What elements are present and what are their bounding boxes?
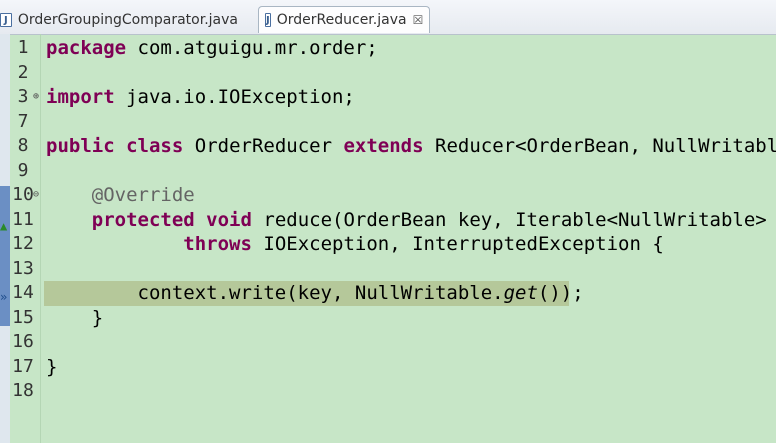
code-line[interactable]: 10 ⊖ @Override xyxy=(0,183,776,208)
code-token: { xyxy=(652,233,664,255)
java-file-icon: J xyxy=(265,13,271,27)
code-token: com.atguigu.mr.order; xyxy=(137,37,378,59)
code-token: get xyxy=(503,282,538,304)
code-token: context.write(key, xyxy=(137,282,344,304)
line-number: 11 xyxy=(12,208,34,230)
editor-tab-bar: J OrderGroupingComparator.java J OrderRe… xyxy=(0,0,776,35)
code-token: key, xyxy=(457,208,504,231)
code-text: } xyxy=(46,355,57,380)
line-number: 16 xyxy=(12,331,34,352)
code-line[interactable]: 16 xyxy=(0,330,776,355)
annotation-token: @Override xyxy=(91,184,195,206)
keyword-token: throws xyxy=(183,233,252,255)
code-token: NullWritable. xyxy=(354,282,504,304)
code-line[interactable]: 17} xyxy=(0,355,776,380)
line-number: 18 xyxy=(12,380,34,401)
tab-order-grouping-comparator[interactable]: J OrderGroupingComparator.java xyxy=(0,6,244,33)
keyword-token: class xyxy=(126,135,184,157)
code-line[interactable]: 15 } xyxy=(0,306,776,331)
java-file-icon: J xyxy=(0,12,12,27)
code-line[interactable]: 1 package com.atguigu.mr.order; xyxy=(0,36,776,61)
expand-fold-icon[interactable]: ⊕ xyxy=(33,85,39,110)
line-number: 15 xyxy=(12,306,34,328)
line-number: 12 xyxy=(12,233,34,254)
code-line[interactable]: 18 xyxy=(0,379,776,404)
keyword-token: import xyxy=(46,86,115,108)
tab-order-reducer[interactable]: J OrderReducer.java ☒ xyxy=(258,6,430,33)
code-token: } xyxy=(91,306,104,329)
code-line[interactable]: ▲ 11 protected void reduce(OrderBean key,… xyxy=(0,208,776,233)
code-line[interactable]: 3 ⊕ import java.io.IOException; xyxy=(0,85,776,110)
collapse-fold-icon[interactable]: ⊖ xyxy=(33,183,39,208)
code-line[interactable]: 2 xyxy=(0,61,776,86)
keyword-token: protected xyxy=(91,208,195,231)
code-text: } xyxy=(46,306,103,331)
code-line[interactable]: 12 throws IOException, InterruptedExcept… xyxy=(0,232,776,257)
line-number: 8 xyxy=(17,135,29,156)
code-line[interactable]: 8 public class OrderReducer extends Reduc… xyxy=(0,134,776,159)
code-token: } xyxy=(46,355,58,378)
line-number: 7 xyxy=(17,110,29,132)
code-token: IOException, xyxy=(263,233,401,255)
code-line[interactable]: 13 xyxy=(0,257,776,282)
code-token: ()); xyxy=(537,282,584,304)
line-number: 2 xyxy=(17,61,29,83)
code-line[interactable]: 9 xyxy=(0,159,776,184)
keyword-token: package xyxy=(46,37,127,59)
code-token: OrderReducer xyxy=(194,135,333,157)
code-text: protected void reduce(OrderBean key, Ite… xyxy=(46,208,776,233)
code-line[interactable]: » 14 context.write(key, NullWritable.get(… xyxy=(0,281,776,306)
code-token: Iterable<NullWritable> xyxy=(515,208,767,231)
code-token: reduce(OrderBean xyxy=(263,208,447,231)
code-line[interactable]: 7 xyxy=(0,110,776,135)
code-text: package com.atguigu.mr.order; xyxy=(46,36,378,61)
code-text: import java.io.IOException; xyxy=(46,85,355,110)
line-number: 14 xyxy=(12,282,34,303)
code-text: @Override xyxy=(46,183,195,208)
code-token: InterruptedException xyxy=(412,233,641,255)
code-text: public class OrderReducer extends Reduce… xyxy=(46,134,776,159)
keyword-token: void xyxy=(206,208,252,231)
line-number: 1 xyxy=(17,37,29,58)
code-text: context.write(key, NullWritable.get()); xyxy=(46,281,584,306)
line-number: 17 xyxy=(12,355,34,377)
keyword-token: extends xyxy=(343,135,424,157)
code-token: Reducer<OrderBean, NullWritable xyxy=(435,135,776,157)
tab-label: OrderReducer.java xyxy=(276,12,407,28)
line-number: 9 xyxy=(17,159,29,181)
code-text: throws IOException, InterruptedException… xyxy=(46,232,664,257)
keyword-token: public xyxy=(46,135,115,157)
close-icon[interactable]: ☒ xyxy=(413,13,424,27)
code-token: java.io.IOException; xyxy=(126,86,355,108)
tab-label: OrderGroupingComparator.java xyxy=(17,11,238,28)
line-number: 13 xyxy=(12,257,34,279)
